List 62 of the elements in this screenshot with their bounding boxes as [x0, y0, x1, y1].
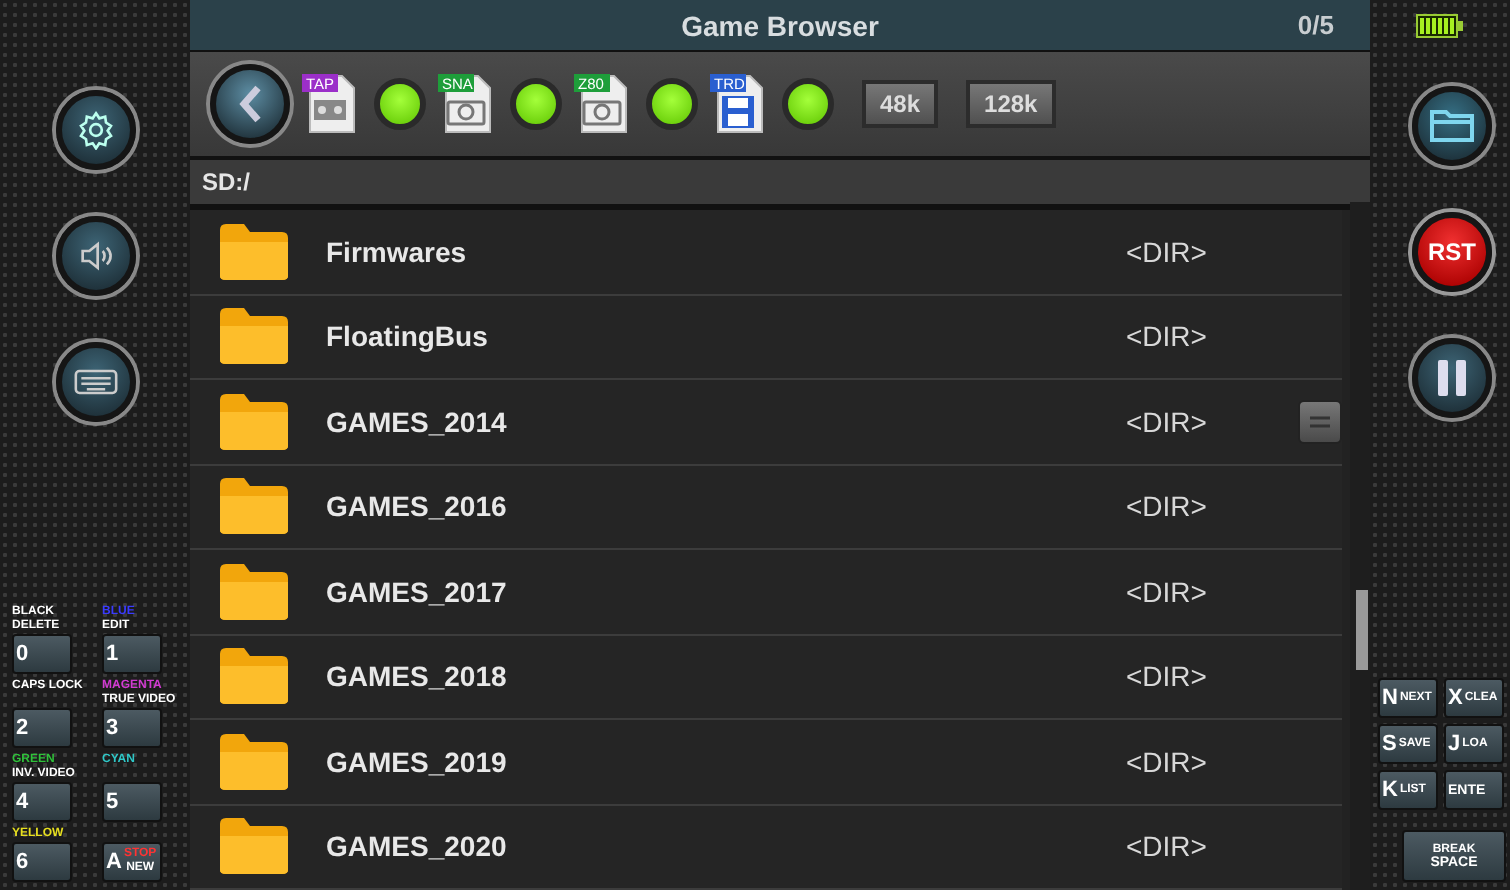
file-type: <DIR> — [1126, 320, 1209, 353]
file-type: <DIR> — [1126, 660, 1209, 693]
file-type: <DIR> — [1126, 490, 1209, 523]
folder-icon — [218, 306, 290, 367]
status-led[interactable] — [374, 78, 426, 130]
keyboard-key[interactable]: 6 — [12, 842, 72, 882]
machine-button[interactable]: 48k — [862, 80, 939, 128]
window-title: Game Browser — [681, 9, 879, 41]
file-type: <DIR> — [1126, 235, 1209, 268]
file-name: FloatingBus — [326, 320, 490, 353]
speaker-icon — [75, 236, 115, 276]
file-name: GAMES_2017 — [326, 575, 509, 608]
pause-icon — [1436, 358, 1468, 398]
keyboard-key[interactable]: 4 — [12, 782, 72, 822]
file-name: GAMES_2014 — [326, 405, 509, 438]
keyboard-key[interactable]: 3 — [102, 708, 162, 748]
selection-counter: 0/5 — [1297, 10, 1334, 40]
chevron-left-icon — [238, 84, 262, 124]
scrollbar[interactable] — [1350, 202, 1370, 890]
folder-icon — [218, 731, 290, 792]
drag-handle[interactable] — [1298, 399, 1342, 444]
battery-icon — [1416, 14, 1464, 38]
keyboard-key[interactable]: 2 — [12, 708, 72, 748]
folder-icon — [218, 816, 290, 877]
lines-icon — [1310, 415, 1330, 428]
reset-button[interactable]: RST — [1412, 212, 1492, 292]
file-type: <DIR> — [1126, 830, 1209, 863]
file-name: GAMES_2018 — [326, 660, 509, 693]
folder-button[interactable] — [1412, 86, 1492, 166]
status-led[interactable] — [510, 78, 562, 130]
file-row[interactable]: GAMES_2016 <DIR> — [190, 465, 1342, 550]
file-name: GAMES_2020 — [326, 830, 509, 863]
keyboard-key[interactable]: 5 — [102, 782, 162, 822]
folder-icon — [218, 646, 290, 707]
folder-icon — [218, 561, 290, 622]
pause-button[interactable] — [1412, 338, 1492, 418]
keyboard-icon — [73, 366, 117, 398]
folder-icon — [218, 476, 290, 537]
folder-icon — [1428, 106, 1476, 146]
path-label: SD:/ — [202, 168, 250, 196]
machine-button[interactable]: 128k — [966, 80, 1056, 128]
folder-icon — [218, 221, 290, 282]
file-type: <DIR> — [1126, 405, 1209, 438]
settings-icon — [75, 110, 115, 150]
file-row[interactable]: GAMES_2020 <DIR> — [190, 805, 1342, 890]
file-name: Firmwares — [326, 235, 469, 268]
file-row[interactable]: GAMES_2018 <DIR> — [190, 635, 1342, 720]
scrollbar-thumb[interactable] — [1356, 590, 1368, 670]
back-button[interactable] — [210, 64, 290, 144]
keyboard-button[interactable] — [55, 342, 135, 422]
status-led[interactable] — [782, 78, 834, 130]
file-type: <DIR> — [1126, 575, 1209, 608]
file-name: GAMES_2019 — [326, 745, 509, 778]
keyboard-key[interactable]: 0 — [12, 634, 72, 674]
file-name: GAMES_2016 — [326, 490, 509, 523]
sound-button[interactable] — [55, 216, 135, 296]
file-type: <DIR> — [1126, 745, 1209, 778]
folder-icon — [218, 391, 290, 452]
status-led[interactable] — [646, 78, 698, 130]
keyboard-key[interactable]: 1 — [102, 634, 162, 674]
file-row[interactable]: FloatingBus <DIR> — [190, 295, 1342, 380]
settings-button[interactable] — [55, 90, 135, 170]
